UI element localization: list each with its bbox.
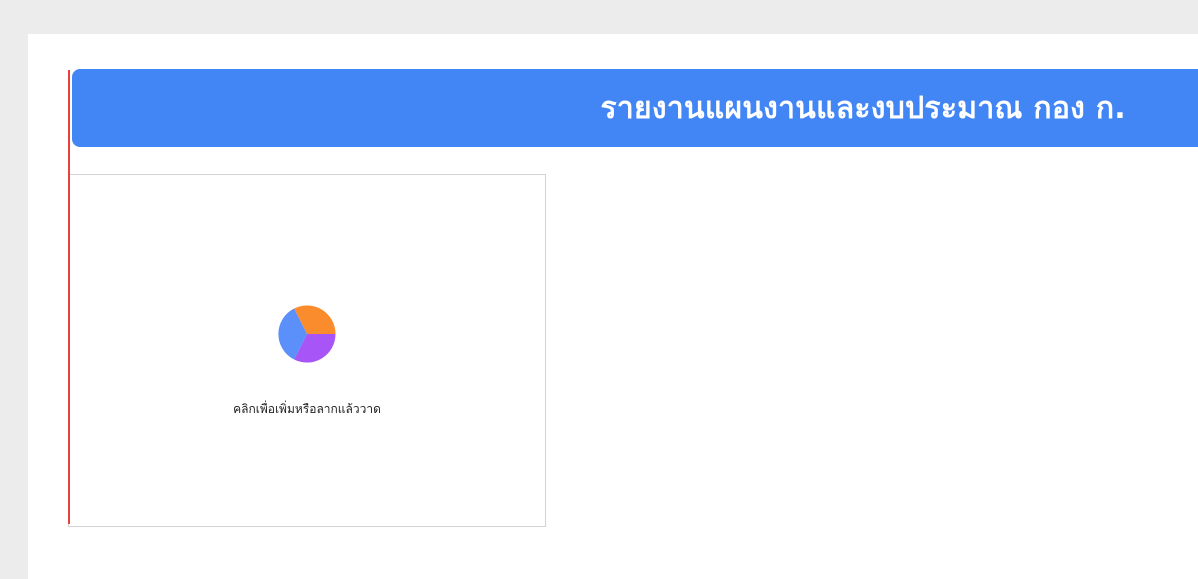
title-banner[interactable]: รายงานแผนงานและงบประมาณ กอง ก.	[72, 69, 1198, 147]
report-canvas: รายงานแผนงานและงบประมาณ กอง ก. คลิกเพื่อ…	[0, 0, 1198, 579]
chart-placeholder-label: คลิกเพื่อเพิ่มหรือลากแล้ววาด	[233, 402, 381, 416]
report-title[interactable]: รายงานแผนงานและงบประมาณ กอง ก.	[601, 85, 1127, 132]
selection-guide-line	[68, 70, 70, 524]
chart-placeholder[interactable]: คลิกเพื่อเพิ่มหรือลากแล้ววาด	[68, 174, 546, 527]
pie-chart-icon	[278, 305, 336, 363]
